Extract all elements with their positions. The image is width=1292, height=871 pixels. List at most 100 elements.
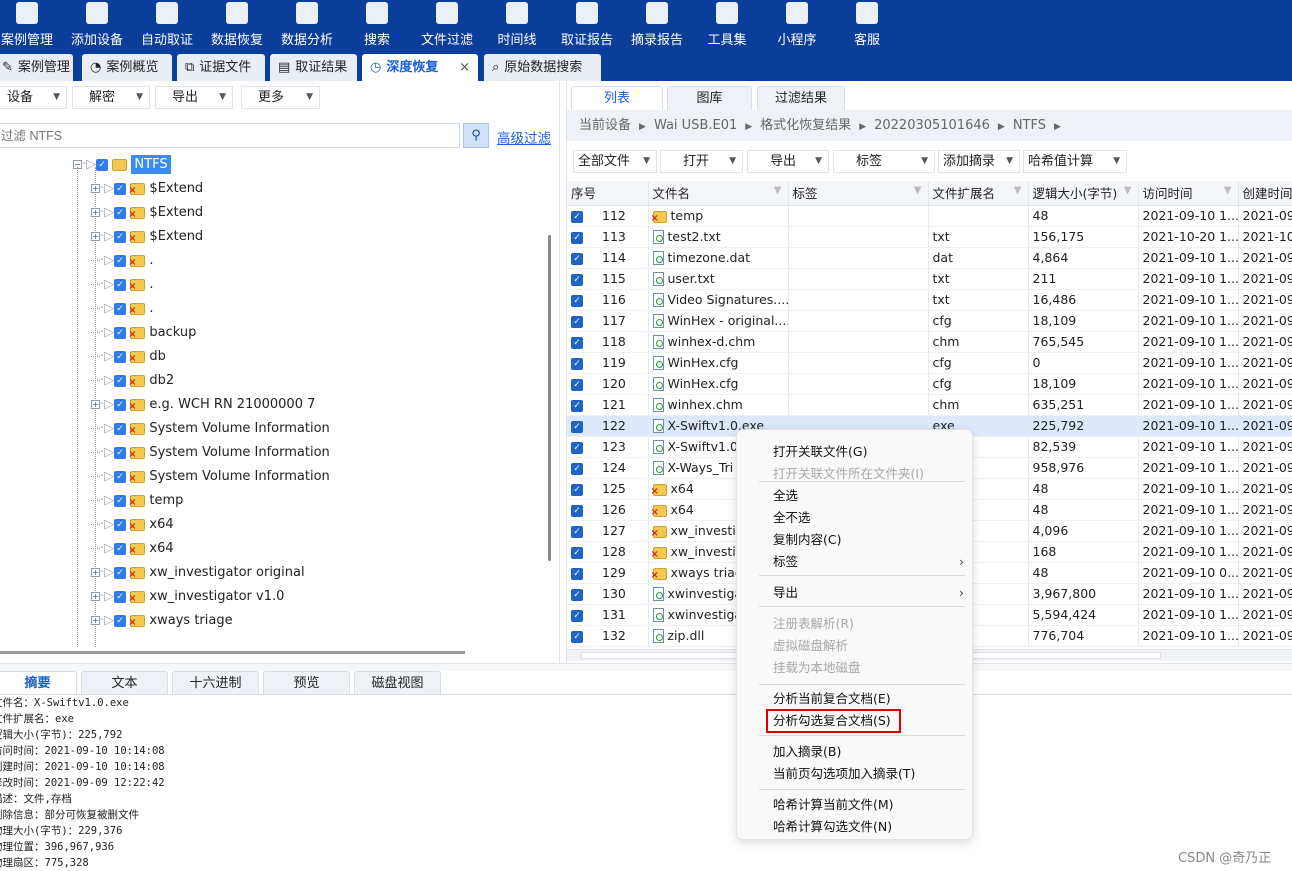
table-row[interactable]: ✓ 116 Video Signatures.... txt 16,486 2021-09… [567, 289, 1292, 311]
breadcrumb-item[interactable]: Wai USB.E01 [654, 118, 737, 133]
left-dropdown-1[interactable]: 解密 ▼ [72, 86, 150, 109]
column-header[interactable]: 文件名 ▼ [648, 181, 789, 206]
checkbox[interactable]: ✓ [114, 542, 127, 555]
row-checkbox[interactable]: ✓ [571, 609, 583, 622]
column-header[interactable]: 文件扩展名 ▼ [928, 181, 1029, 206]
menu-item[interactable]: 加入摘录(B) [773, 742, 841, 762]
row-checkbox[interactable]: ✓ [571, 294, 583, 307]
table-row[interactable]: ✓ 119 WinHex.cfg cfg 0 2021-09-10 1... 2021-09… [567, 352, 1292, 374]
tree-node[interactable]: ·▷✓ . [91, 297, 154, 321]
tree-node[interactable]: ·▷✓ temp [91, 489, 183, 513]
left-dropdown-2[interactable]: 导出 ▼ [155, 86, 233, 109]
tree-node[interactable]: ·▷✓ db [91, 345, 166, 369]
expand-icon[interactable]: + [91, 568, 100, 577]
row-checkbox[interactable]: ✓ [571, 210, 583, 223]
filter-icon[interactable]: ▼ [914, 185, 922, 196]
toolbar-tools-grid-button[interactable]: 工具集 [692, 0, 762, 52]
toolbar-mini-program-button[interactable]: 小程序 [762, 0, 832, 52]
tree-node[interactable]: ·▷✓ System Volume Information [91, 417, 330, 441]
left-dropdown-0[interactable]: 设备 ▼ [0, 86, 67, 109]
menu-item[interactable]: 分析当前复合文档(E) [773, 689, 891, 709]
toolbar-search-doc-button[interactable]: 搜索 [342, 0, 412, 52]
table-row[interactable]: ✓ 114 timezone.dat dat 4,864 2021-09-10 1... 2… [567, 247, 1292, 269]
file-dropdown-5[interactable]: 哈希值计算 ▼ [1023, 150, 1127, 173]
row-checkbox[interactable]: ✓ [571, 399, 583, 412]
menu-item[interactable]: 分析勾选复合文档(S) [766, 709, 901, 733]
row-checkbox[interactable]: ✓ [571, 567, 583, 580]
main-tab-0[interactable]: ✎ 案例管理 [0, 54, 73, 81]
main-tab-1[interactable]: ◔ 案例概览 [82, 54, 172, 81]
detail-tab-3[interactable]: 预览 [263, 671, 350, 695]
filter-icon[interactable]: ▼ [774, 185, 782, 196]
toolbar-data-recovery-button[interactable]: 数据恢复 [202, 0, 272, 52]
row-checkbox[interactable]: ✓ [571, 546, 583, 559]
row-checkbox[interactable]: ✓ [571, 483, 583, 496]
tree-node[interactable]: +·▷✓ xw_investigator v1.0 [91, 585, 284, 609]
detail-tab-1[interactable]: 文本 [81, 671, 168, 695]
checkbox[interactable]: ✓ [114, 470, 127, 483]
row-checkbox[interactable]: ✓ [571, 231, 583, 244]
toolbar-customer-service-button[interactable]: 客服 [832, 0, 902, 52]
expand-icon[interactable]: + [91, 400, 100, 409]
tree-node[interactable]: +·▷✓ $Extend [91, 201, 203, 225]
breadcrumb-item[interactable]: 当前设备 [579, 118, 631, 133]
filter-icon[interactable]: ▼ [1124, 185, 1132, 196]
column-header[interactable]: 创建时间▼ [1238, 181, 1292, 206]
table-row[interactable]: ✓ 113 test2.txt txt 156,175 2021-10-20 1... 20… [567, 226, 1292, 248]
checkbox[interactable]: ✓ [96, 158, 109, 171]
menu-item[interactable]: 当前页勾选项加入摘录(T) [773, 764, 915, 784]
checkbox[interactable]: ✓ [114, 614, 127, 627]
checkbox[interactable]: ✓ [114, 230, 127, 243]
view-tab-0[interactable]: 列表 [571, 86, 663, 110]
checkbox[interactable]: ✓ [114, 254, 127, 267]
menu-item[interactable]: 全不选 [773, 508, 811, 528]
menu-item[interactable]: 复制内容(C) [773, 530, 841, 550]
checkbox[interactable]: ✓ [114, 518, 127, 531]
advanced-filter-link[interactable]: 高级过滤 [497, 127, 551, 147]
menu-item[interactable]: 哈希计算勾选文件(N) [773, 817, 892, 837]
detail-tab-4[interactable]: 磁盘视图 [354, 671, 441, 695]
tree-node[interactable]: +·▷✓ e.g. WCH RN 21000000 7 [91, 393, 315, 417]
tree-node[interactable]: +·▷✓ xw_investigator original [91, 561, 305, 585]
view-tab-1[interactable]: 图库 [667, 86, 752, 110]
row-checkbox[interactable]: ✓ [571, 462, 583, 475]
expand-icon[interactable]: + [91, 208, 100, 217]
expand-icon[interactable]: + [91, 232, 100, 241]
row-checkbox[interactable]: ✓ [571, 336, 583, 349]
main-tab-4[interactable]: ◷ 深度恢复 × [362, 54, 478, 81]
checkbox[interactable]: ✓ [114, 494, 127, 507]
table-row[interactable]: ✓ 121 winhex.chm chm 635,251 2021-09-10 1... 2… [567, 394, 1292, 416]
tree-node[interactable]: ·▷✓ x64 [91, 513, 174, 537]
checkbox[interactable]: ✓ [114, 422, 127, 435]
file-dropdown-4[interactable]: 添加摘录 ▼ [938, 150, 1020, 173]
file-dropdown-2[interactable]: 导出 ▼ [747, 150, 829, 173]
row-checkbox[interactable]: ✓ [571, 252, 583, 265]
column-header[interactable]: 序号 [567, 181, 649, 206]
row-checkbox[interactable]: ✓ [571, 315, 583, 328]
column-header[interactable]: 标签 ▼ [788, 181, 929, 206]
tree-node-root[interactable]: −·▷ ✓ NTFS [73, 153, 171, 177]
menu-item[interactable]: 标签 › [773, 552, 964, 572]
row-checkbox[interactable]: ✓ [571, 630, 583, 643]
file-dropdown-3[interactable]: 标签 ▼ [833, 150, 935, 173]
checkbox[interactable]: ✓ [114, 206, 127, 219]
tree-node[interactable]: +·▷✓ $Extend [91, 225, 203, 249]
table-row[interactable]: ✓ 115 user.txt txt 211 2021-09-10 1... 2021-09… [567, 268, 1292, 290]
tree-node[interactable]: ·▷✓ System Volume Information [91, 441, 330, 465]
breadcrumb-item[interactable]: 格式化恢复结果 [760, 118, 851, 133]
toolbar-auto-monitor-button[interactable]: 自动取证 [132, 0, 202, 52]
file-dropdown-1[interactable]: 打开 ▼ [660, 150, 743, 173]
tree-node[interactable]: ·▷✓ backup [91, 321, 196, 345]
table-row[interactable]: ✓ 118 winhex-d.chm chm 765,545 2021-09-10 1..… [567, 331, 1292, 353]
checkbox[interactable]: ✓ [114, 590, 127, 603]
row-checkbox[interactable]: ✓ [571, 588, 583, 601]
menu-item[interactable]: 导出 › [773, 583, 964, 603]
toolbar-case-folder-button[interactable]: 案例管理 [0, 0, 62, 52]
table-row[interactable]: ✓ 117 WinHex - original.... cfg 18,109 2021-0… [567, 310, 1292, 332]
tree-node[interactable]: ·▷✓ System Volume Information [91, 465, 330, 489]
expand-icon[interactable]: + [91, 184, 100, 193]
tree-horizontal-scrollbar[interactable] [0, 651, 465, 654]
checkbox[interactable]: ✓ [114, 446, 127, 459]
checkbox[interactable]: ✓ [114, 182, 127, 195]
view-tab-2[interactable]: 过滤结果 [757, 86, 845, 110]
